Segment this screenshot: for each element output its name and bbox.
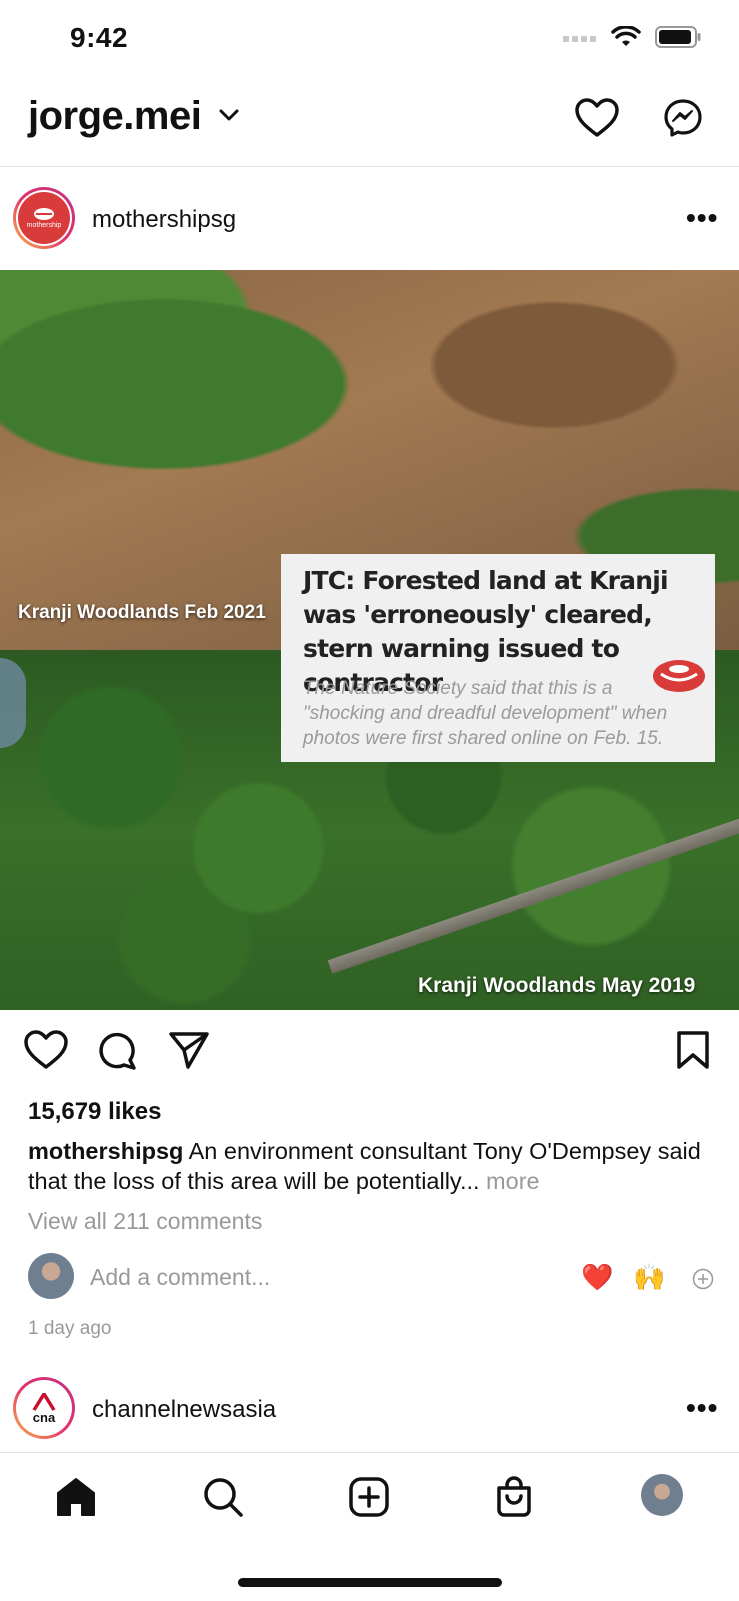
save-bookmark-icon[interactable] [676,1030,710,1075]
caption-more-link[interactable]: more [480,1168,540,1194]
add-comment-input[interactable]: Add a comment... [90,1264,270,1291]
quick-emoji-heart[interactable]: ❤️ [581,1262,613,1293]
comment-icon[interactable] [97,1030,137,1075]
profile-avatar[interactable] [641,1474,683,1516]
image-label-top: Kranji Woodlands Feb 2021 [18,602,266,623]
shop-bag-icon[interactable] [494,1476,534,1523]
wifi-icon [611,25,641,53]
post-timestamp: 1 day ago [28,1318,112,1339]
home-icon[interactable] [55,1476,97,1523]
mothership-logo-icon [651,656,707,701]
post-author-name[interactable]: mothershipsg [92,206,236,234]
quick-emoji-raised-hands[interactable]: 🙌 [633,1262,665,1293]
more-options-icon[interactable]: ••• [686,202,718,234]
share-send-icon[interactable] [168,1030,210,1075]
likes-count[interactable]: 15,679 likes [28,1098,161,1126]
post-image[interactable]: Kranji Woodlands Feb 2021 Kranji Woodlan… [0,270,739,1010]
next-post-more-options-icon[interactable]: ••• [686,1392,718,1424]
signal-icon [563,31,597,49]
cna-logo-icon [32,1392,56,1411]
post-caption: mothershipsg An environment consultant T… [28,1136,718,1196]
add-emoji-plus-icon[interactable] [692,1268,714,1295]
home-indicator [238,1578,502,1587]
status-icons [563,25,701,53]
current-user-avatar [28,1253,74,1299]
battery-icon [655,26,701,53]
avatar-label: mothership [26,222,62,229]
view-all-comments-link[interactable]: View all 211 comments [28,1208,262,1235]
account-switcher[interactable]: jorge.mei [28,94,202,139]
search-icon[interactable] [202,1476,244,1523]
news-card: JTC: Forested land at Kranji was 'errone… [281,554,715,762]
image-label-bottom: Kranji Woodlands May 2019 [418,974,696,997]
river [0,658,26,748]
next-post-author-avatar[interactable]: cna [13,1377,75,1439]
next-avatar-label: cna [32,1409,56,1425]
activity-heart-icon[interactable] [575,98,619,143]
create-post-plus-icon[interactable] [348,1476,390,1523]
post-author-avatar[interactable]: mothership [13,187,75,249]
messenger-icon[interactable] [663,98,703,143]
next-post-author-name[interactable]: channelnewsasia [92,1396,276,1424]
mothership-logo-icon [34,208,54,220]
chevron-down-icon[interactable] [218,108,240,127]
caption-author[interactable]: mothershipsg [28,1138,183,1164]
news-card-subtitle: The Nature Society said that this is a "… [303,678,668,749]
like-heart-icon[interactable] [24,1030,68,1075]
status-time: 9:42 [70,22,129,53]
